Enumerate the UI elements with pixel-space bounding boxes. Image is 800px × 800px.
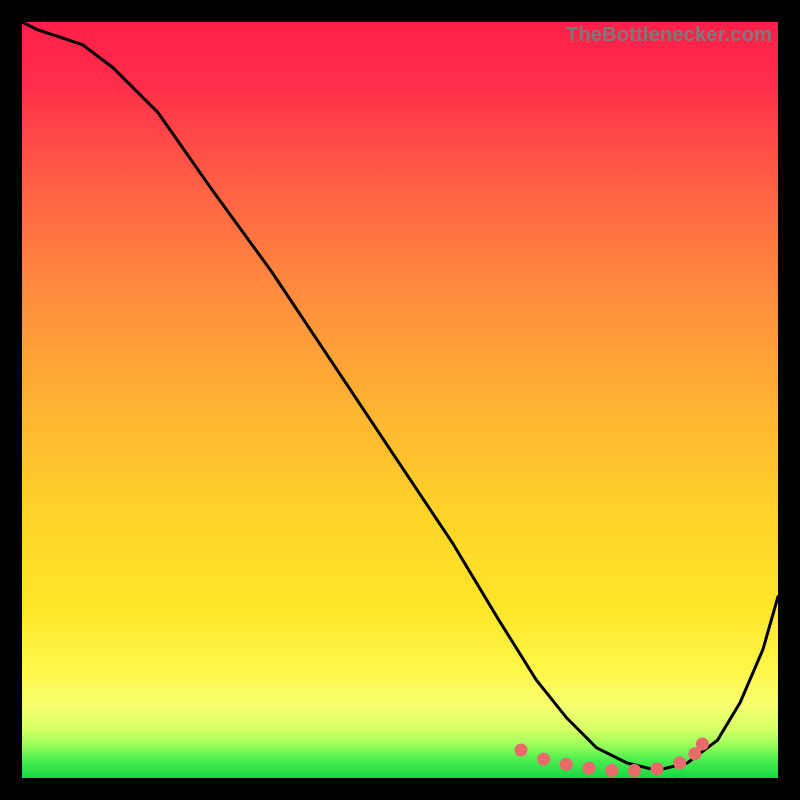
marker-dot xyxy=(515,744,528,757)
marker-dot xyxy=(628,764,641,777)
marker-dot xyxy=(583,762,596,775)
marker-dot xyxy=(537,753,550,766)
marker-dot xyxy=(696,738,709,751)
marker-dot xyxy=(605,764,618,777)
gradient-background xyxy=(22,22,778,778)
marker-dot xyxy=(673,756,686,769)
marker-dot xyxy=(651,762,664,775)
marker-dot xyxy=(560,758,573,771)
chart-canvas xyxy=(22,22,778,778)
watermark-text: TheBottlenecker.com xyxy=(566,24,772,47)
chart-frame: TheBottlenecker.com xyxy=(22,22,778,778)
